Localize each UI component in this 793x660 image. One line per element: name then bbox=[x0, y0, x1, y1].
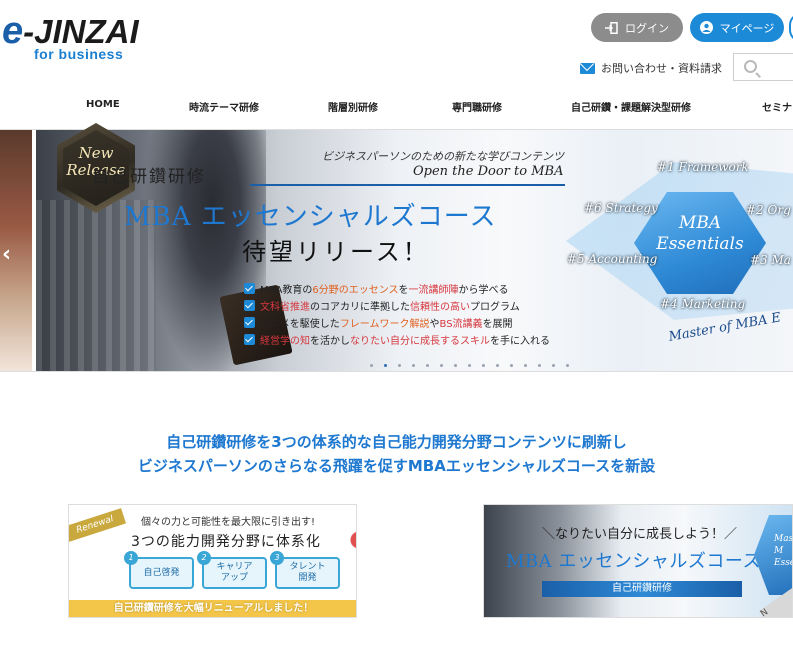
framework-label-1: #1 Framework bbox=[657, 160, 749, 174]
slider-dot[interactable] bbox=[566, 364, 569, 367]
check-icon bbox=[244, 300, 255, 311]
hero-tagline-en: Open the Door to MBA bbox=[413, 164, 564, 179]
slider-dot[interactable] bbox=[440, 364, 443, 367]
slider-dot[interactable] bbox=[538, 364, 541, 367]
headline-line-1: 自己研鑽研修を3つの体系的な自己能力開発分野コンテンツに刷新し bbox=[166, 433, 627, 451]
search-input[interactable] bbox=[733, 53, 793, 81]
nav-item-specialist-training[interactable]: 専門職研修 bbox=[452, 99, 502, 114]
check-icon bbox=[244, 283, 255, 294]
check-icon bbox=[244, 334, 255, 345]
user-icon bbox=[699, 21, 713, 34]
renewal-banner[interactable]: Renewal 個々の力と可能性を最大限に引き出す! 3つの能力開発分野に体系化… bbox=[68, 504, 357, 618]
hero-tagline-jp: ビジネスパーソンのための新たな学びコンテンツ bbox=[322, 150, 564, 163]
slider-dot[interactable] bbox=[398, 364, 401, 367]
slider-dot[interactable] bbox=[370, 364, 373, 367]
bullet-item: 文科省推進のコアカリに準拠した信頼性の高いプログラム bbox=[244, 297, 584, 314]
slider-dot[interactable] bbox=[552, 364, 555, 367]
slider-dot[interactable] bbox=[510, 364, 513, 367]
nav-item-home[interactable]: HOME bbox=[86, 99, 120, 110]
mba-essentials-label: MBA Essentials bbox=[656, 213, 744, 254]
renewal-footer: 自己研鑽研修を大幅リニューアルしました！ bbox=[113, 603, 314, 614]
framework-label-5: #5 Accounting bbox=[567, 252, 658, 266]
renewal-chips: 1 自己啓発 2 キャリア アップ 3 タレント 開発 bbox=[124, 551, 340, 589]
site-logo[interactable]: e-JINZAI for business bbox=[0, 8, 160, 68]
hero-subtitle: 待望リリース！ bbox=[242, 238, 430, 266]
chip-self-development: 1 自己啓発 bbox=[124, 551, 194, 589]
mba-banner-category: 自己研鑽研修 bbox=[542, 581, 742, 597]
framework-label-4: #4 Marketing bbox=[660, 297, 746, 311]
contact-label: お問い合わせ・資料請求 bbox=[601, 62, 722, 75]
slider-dot[interactable] bbox=[468, 364, 471, 367]
nav-item-level-training[interactable]: 階層別研修 bbox=[328, 99, 378, 114]
mba-banner-kicker: ＼なりたい自分に成長しよう！／ bbox=[542, 527, 738, 542]
slider-dot[interactable] bbox=[524, 364, 527, 367]
section-headline: 自己研鑽研修を3つの体系的な自己能力開発分野コンテンツに刷新し ビジネスパーソン… bbox=[0, 430, 793, 478]
renewal-kicker: 個々の力と可能性を最大限に引き出す! bbox=[141, 517, 316, 528]
mba-banner-title: MBA エッセンシャルズコース bbox=[506, 551, 761, 572]
slider-dot[interactable] bbox=[412, 364, 415, 367]
mba-banner-hex-text: Mast M Esse bbox=[774, 534, 793, 568]
renewal-title: 3つの能力開発分野に体系化 bbox=[131, 534, 321, 550]
colorful-heads-illustration bbox=[329, 513, 356, 603]
hero-bullets: MBA教育の6分野のエッセンスを一流講師陣から学べる 文科省推進のコアカリに準拠… bbox=[244, 280, 584, 348]
search-icon[interactable] bbox=[744, 60, 757, 73]
logo-subtitle: for business bbox=[34, 46, 124, 62]
login-icon bbox=[605, 21, 618, 34]
slider-dot[interactable] bbox=[482, 364, 485, 367]
framework-label-6: #6 Strategy bbox=[584, 201, 658, 215]
login-label: ログイン bbox=[625, 21, 669, 35]
main-nav: HOME 時流テーマ研修 階層別研修 専門職研修 自己研鑽・課題解決型研修 セミ… bbox=[0, 99, 793, 117]
tagline-underline bbox=[250, 184, 565, 186]
bullet-item: アニメを駆使したフレームワーク解説やBS流講義を展開 bbox=[244, 314, 584, 331]
mypage-button[interactable]: マイページ bbox=[690, 13, 784, 42]
framework-label-3: #3 Ma bbox=[750, 253, 791, 267]
check-icon bbox=[244, 317, 255, 328]
mail-icon bbox=[580, 62, 595, 74]
contact-link[interactable]: お問い合わせ・資料請求 bbox=[580, 60, 722, 76]
slider-prev-arrow[interactable]: ‹ bbox=[2, 242, 11, 267]
bullet-item: MBA教育の6分野のエッセンスを一流講師陣から学べる bbox=[244, 280, 584, 297]
renewal-tag: Renewal bbox=[69, 508, 127, 542]
mypage-label: マイページ bbox=[719, 21, 775, 35]
slider-pagination bbox=[370, 364, 569, 367]
hero-kicker: 自己研鑽研修 bbox=[92, 167, 206, 187]
mba-course-banner[interactable]: ＼なりたい自分に成長しよう！／ MBA エッセンシャルズコース 自己研鑽研修 M… bbox=[483, 504, 793, 618]
slider-dot[interactable] bbox=[426, 364, 429, 367]
headline-line-2: ビジネスパーソンのさらなる飛躍を促すMBAエッセンシャルズコースを新設 bbox=[137, 457, 656, 475]
hero-title: MBA エッセンシャルズコース bbox=[124, 202, 497, 232]
nav-item-seminar[interactable]: セミナ bbox=[762, 99, 792, 114]
slider-dot[interactable] bbox=[496, 364, 499, 367]
slider-dot-active[interactable] bbox=[384, 364, 387, 367]
extra-header-button[interactable] bbox=[789, 13, 793, 42]
nav-item-self-development[interactable]: 自己研鑽・課題解決型研修 bbox=[571, 99, 691, 114]
framework-label-2: #2 Org bbox=[746, 203, 791, 217]
login-button[interactable]: ログイン bbox=[591, 13, 683, 42]
chip-career-up: 2 キャリア アップ bbox=[197, 551, 267, 589]
slider-dot[interactable] bbox=[454, 364, 457, 367]
nav-item-trend-training[interactable]: 時流テーマ研修 bbox=[189, 99, 259, 114]
bullet-item: 経営学の知を活かしなりたい自分に成長するスキルを手に入れる bbox=[244, 331, 584, 348]
